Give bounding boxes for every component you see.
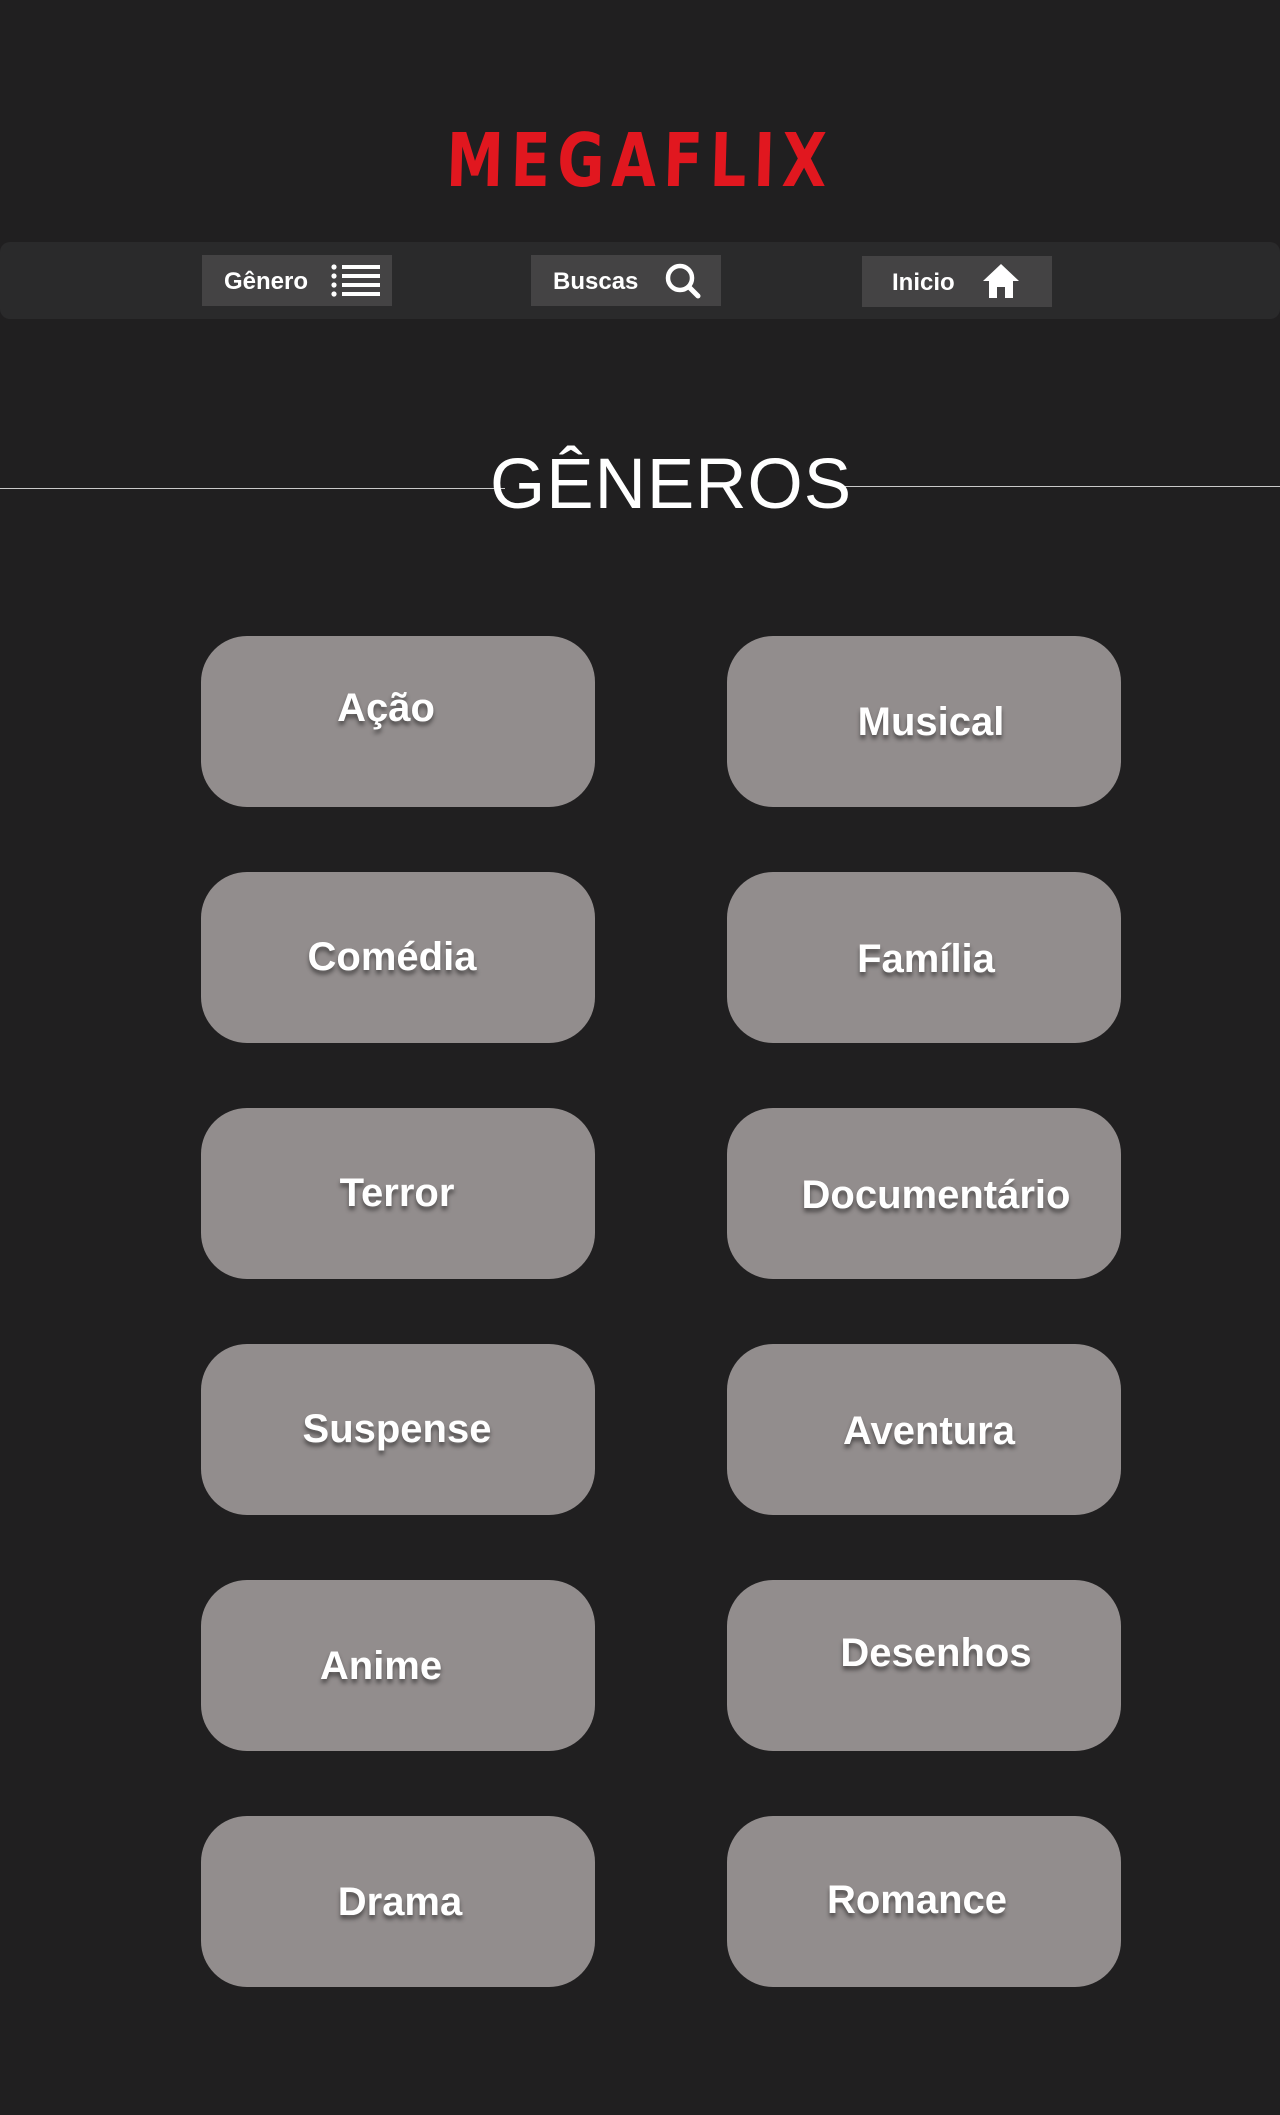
title-divider-left: [0, 488, 505, 489]
genre-label: Suspense: [302, 1407, 492, 1451]
genre-button-musical[interactable]: Musical: [727, 636, 1121, 807]
page-title: GÊNEROS: [490, 445, 853, 524]
genre-label: Terror: [339, 1171, 455, 1215]
genre-button-comedia[interactable]: Comédia: [201, 872, 595, 1043]
genre-label: Desenhos: [840, 1631, 1032, 1675]
genre-label: Musical: [857, 700, 1005, 744]
genre-button-acao[interactable]: Ação: [201, 636, 595, 807]
genre-button-desenhos[interactable]: Desenhos: [727, 1580, 1121, 1751]
genre-label: Aventura: [843, 1409, 1015, 1453]
nav-inicio-button[interactable]: Inicio: [862, 256, 1052, 307]
genre-button-familia[interactable]: Família: [727, 872, 1121, 1043]
title-divider-right: [835, 486, 1280, 487]
nav-genero-button[interactable]: Gênero: [202, 255, 392, 306]
nav-buscas-label: Buscas: [553, 268, 639, 295]
nav-buscas-button[interactable]: Buscas: [531, 255, 721, 306]
top-navbar: Gênero Buscas Inicio: [0, 242, 1280, 319]
genre-label: Documentário: [801, 1173, 1071, 1217]
home-icon: [981, 262, 1021, 307]
genre-label: Drama: [337, 1880, 463, 1924]
genre-button-suspense[interactable]: Suspense: [201, 1344, 595, 1515]
megaflix-logo[interactable]: MEGAFLIX: [140, 116, 1141, 206]
genre-button-documentario[interactable]: Documentário: [727, 1108, 1121, 1279]
nav-genero-label: Gênero: [224, 268, 309, 295]
list-icon: [330, 263, 382, 306]
genre-button-anime[interactable]: Anime: [201, 1580, 595, 1751]
genre-label: Comédia: [307, 935, 477, 979]
nav-inicio-label: Inicio: [892, 269, 955, 296]
genre-button-romance[interactable]: Romance: [727, 1816, 1121, 1987]
search-icon: [663, 261, 703, 308]
genre-button-aventura[interactable]: Aventura: [727, 1344, 1121, 1515]
genre-button-drama[interactable]: Drama: [201, 1816, 595, 1987]
genre-button-terror[interactable]: Terror: [201, 1108, 595, 1279]
genre-label: Família: [857, 937, 995, 981]
genre-label: Romance: [826, 1878, 1008, 1922]
genre-label: Ação: [337, 686, 435, 730]
genre-label: Anime: [319, 1644, 443, 1688]
